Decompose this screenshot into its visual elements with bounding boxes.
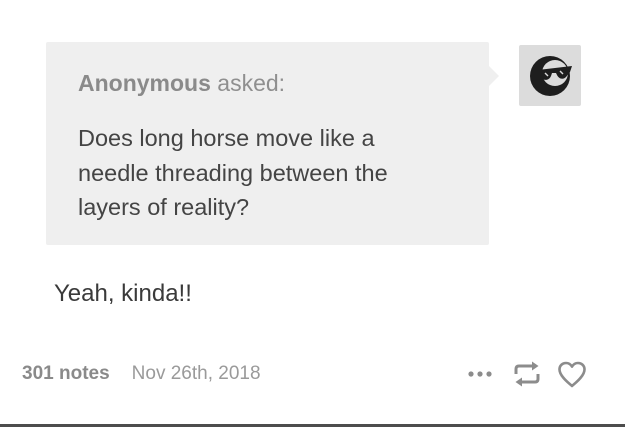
- post-footer: 301 notes Nov 26th, 2018: [22, 360, 261, 388]
- answer-text: Yeah, kinda!!: [54, 280, 192, 307]
- like-button[interactable]: [554, 359, 590, 389]
- sunglasses-face-icon: [530, 55, 572, 96]
- question-text: Does long horse move like a needle threa…: [78, 125, 388, 220]
- reblog-icon: [514, 361, 540, 387]
- asker-name[interactable]: Anonymous: [78, 70, 211, 96]
- asker-avatar[interactable]: [519, 45, 581, 106]
- more-dots-icon: [468, 371, 492, 377]
- post-date[interactable]: Nov 26th, 2018: [132, 363, 261, 385]
- ask-bubble: Anonymous asked: Does long horse move li…: [46, 42, 499, 245]
- post-controls: [464, 359, 590, 389]
- more-options-button[interactable]: [464, 359, 496, 389]
- notes-count[interactable]: 301 notes: [22, 363, 110, 385]
- reblog-button[interactable]: [508, 359, 546, 389]
- asker-line: Anonymous asked:: [78, 69, 459, 97]
- heart-icon: [558, 361, 586, 387]
- asked-label: asked:: [210, 70, 286, 96]
